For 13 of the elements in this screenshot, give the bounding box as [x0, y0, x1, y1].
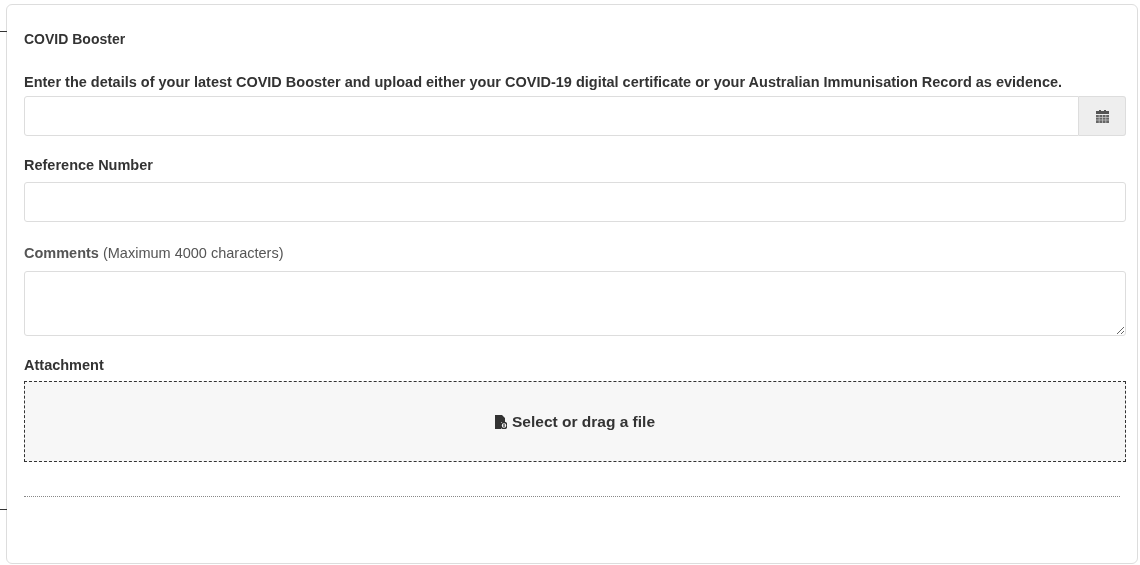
date-field[interactable] [24, 96, 1079, 136]
select-file-link[interactable]: Select or drag a file [495, 409, 655, 434]
field-label: Reference Number [24, 156, 154, 174]
instructions-text: Enter the details of your latest COVID Booster and upload either your COVID-19 digital certificate or your Australian Immunisation Record as evidence. [24, 73, 1064, 92]
field-label: Comments (Maximum 4000 characters) [24, 244, 285, 262]
section-title: COVID Booster [24, 30, 127, 48]
field-label: Attachment [24, 356, 105, 374]
file-drop-zone[interactable]: Select or drag a file [24, 381, 1126, 462]
comments-field[interactable] [24, 271, 1126, 336]
file-upload-icon [495, 414, 507, 429]
calendar-button[interactable] [1079, 96, 1126, 136]
calendar-icon [1095, 109, 1109, 123]
reference-number-field[interactable] [24, 182, 1126, 222]
